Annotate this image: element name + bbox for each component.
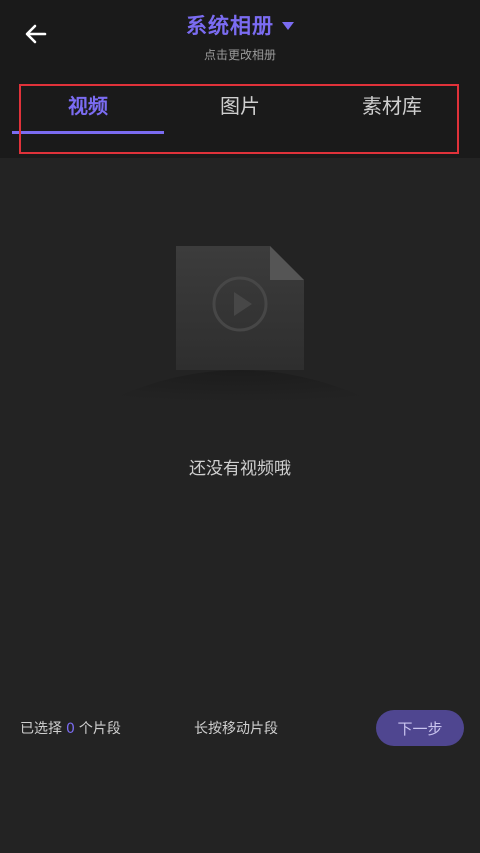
album-picker-screen: 系统相册 点击更改相册 视频 图片 素材库 还没有视频哦 已选择 0 个片段 长… <box>0 0 480 853</box>
album-title-button[interactable]: 系统相册 <box>186 10 294 40</box>
next-button[interactable]: 下一步 <box>376 710 464 746</box>
media-tabs: 视频 图片 素材库 <box>12 84 468 134</box>
header: 系统相册 点击更改相册 视频 图片 素材库 <box>0 0 480 158</box>
tab-images[interactable]: 图片 <box>164 84 316 134</box>
drag-hint: 长按移动片段 <box>194 721 278 737</box>
footer-bar: 已选择 0 个片段 长按移动片段 下一步 <box>0 704 480 752</box>
empty-illustration <box>90 240 390 420</box>
selected-count: 0 <box>66 721 75 737</box>
album-selector: 系统相册 点击更改相册 <box>0 10 480 63</box>
album-subtitle: 点击更改相册 <box>203 48 276 62</box>
page-title: 系统相册 <box>186 14 274 38</box>
selected-prefix: 已选择 <box>20 721 62 737</box>
selected-info: 已选择 0 个片段 <box>20 718 121 738</box>
selected-suffix: 个片段 <box>78 721 121 737</box>
empty-message: 还没有视频哦 <box>189 459 291 479</box>
caret-down-icon <box>282 22 294 30</box>
tab-materials[interactable]: 素材库 <box>316 84 468 134</box>
video-file-icon <box>90 246 390 410</box>
tab-video[interactable]: 视频 <box>12 84 164 134</box>
